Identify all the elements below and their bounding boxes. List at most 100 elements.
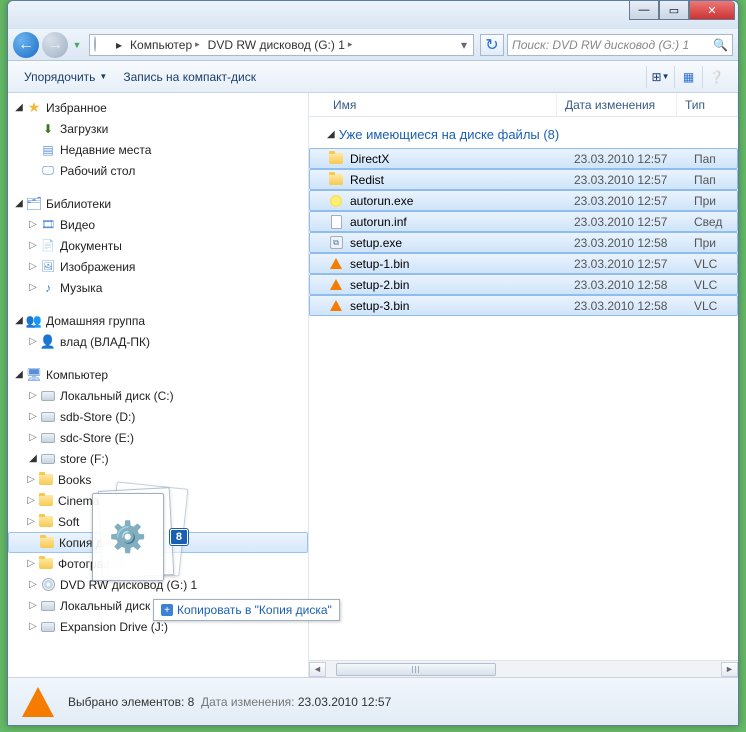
file-date: 23.03.2010 12:57 [574, 173, 694, 187]
drive-icon [40, 598, 56, 614]
tree-item[interactable]: влад (ВЛАД-ПК) [60, 335, 150, 349]
tree-item[interactable]: Books [58, 473, 91, 487]
file-type: Пап [694, 173, 716, 187]
search-input[interactable]: Поиск: DVD RW дисковод (G:) 1 🔍 [507, 34, 733, 56]
file-icon [328, 277, 344, 293]
tree-favorites[interactable]: Избранное [46, 101, 107, 115]
minimize-button[interactable]: — [629, 1, 659, 20]
file-row[interactable]: DirectX23.03.2010 12:57Пап [309, 148, 738, 169]
tree-item[interactable]: Рабочий стол [60, 164, 135, 178]
file-icon [328, 256, 344, 272]
folder-icon [39, 535, 55, 551]
file-date: 23.03.2010 12:57 [574, 215, 694, 229]
navigation-pane[interactable]: ◢★Избранное ⬇Загрузки ▤Недавние места 🖵Р… [8, 93, 309, 677]
file-row[interactable]: setup-1.bin23.03.2010 12:57VLC [309, 253, 738, 274]
tree-item[interactable]: Изображения [60, 260, 135, 274]
file-icon [328, 298, 344, 314]
organize-button[interactable]: Упорядочить▼ [16, 67, 115, 87]
column-header-date[interactable]: Дата изменения [557, 93, 677, 116]
tree-item-selected[interactable]: Копия диска [8, 532, 308, 553]
scroll-right-button[interactable]: ► [721, 662, 738, 677]
maximize-button[interactable]: ▭ [659, 1, 689, 20]
file-row[interactable]: Redist23.03.2010 12:57Пап [309, 169, 738, 190]
file-date: 23.03.2010 12:58 [574, 236, 694, 250]
copy-plus-icon: + [161, 604, 173, 616]
column-header-type[interactable]: Тип [677, 93, 738, 116]
favorites-icon: ★ [26, 100, 42, 116]
tree-item[interactable]: Локальный диск (I:) [60, 599, 168, 613]
tree-computer[interactable]: Компьютер [46, 368, 108, 382]
downloads-icon: ⬇ [40, 121, 56, 137]
computer-icon: 🖥 [26, 367, 42, 383]
file-name: setup-3.bin [350, 299, 574, 313]
tree-item[interactable]: DVD RW дисковод (G:) 1 [60, 578, 197, 592]
user-icon: 👤 [40, 334, 56, 350]
file-name: DirectX [350, 152, 574, 166]
tree-homegroup[interactable]: Домашняя группа [46, 314, 145, 328]
address-bar[interactable]: ▸ Компьютер▸ DVD RW дисковод (G:) 1▸ ▾ [89, 34, 474, 56]
file-icon [328, 193, 344, 209]
address-dropdown-icon[interactable]: ▾ [457, 38, 471, 52]
burn-button[interactable]: Запись на компакт-диск [115, 67, 264, 87]
tree-item[interactable]: store (F:) [60, 452, 109, 466]
music-icon: ♪ [40, 280, 56, 296]
help-button[interactable]: ❔ [702, 66, 730, 88]
file-row[interactable]: setup-2.bin23.03.2010 12:58VLC [309, 274, 738, 295]
tree-item[interactable]: Музыка [60, 281, 102, 295]
folder-icon [38, 472, 54, 488]
back-button[interactable]: ← [13, 32, 39, 58]
horizontal-scrollbar[interactable]: ◄ ► [309, 660, 738, 677]
file-type: VLC [694, 299, 717, 313]
tree-item[interactable]: Cinema [58, 494, 99, 508]
content-area: ◢★Избранное ⬇Загрузки ▤Недавние места 🖵Р… [8, 93, 738, 677]
scrollbar-thumb[interactable] [336, 663, 496, 676]
tree-item[interactable]: Фотографии [58, 557, 127, 571]
close-button[interactable]: ✕ [689, 1, 735, 20]
status-date-value: 23.03.2010 12:57 [298, 695, 391, 709]
refresh-button[interactable]: ↻ [480, 34, 504, 56]
file-name: setup-2.bin [350, 278, 574, 292]
tree-item[interactable]: Локальный диск (C:) [60, 389, 174, 403]
tree-item[interactable]: sdc-Store (E:) [60, 431, 134, 445]
file-row[interactable]: autorun.inf23.03.2010 12:57Свед [309, 211, 738, 232]
folder-icon [38, 556, 54, 572]
drive-icon [40, 619, 56, 635]
video-icon: 🎞 [40, 217, 56, 233]
breadcrumb-segment[interactable]: ▸ [112, 35, 126, 55]
forward-button[interactable]: → [42, 32, 68, 58]
file-row[interactable]: ⧉setup.exe23.03.2010 12:58При [309, 232, 738, 253]
drive-icon [94, 37, 110, 53]
file-name: autorun.exe [350, 194, 574, 208]
selection-icon [18, 682, 58, 722]
status-selected: Выбрано элементов: 8 [68, 695, 194, 709]
breadcrumb-segment[interactable]: DVD RW дисковод (G:) 1▸ [204, 35, 357, 55]
tree-item[interactable]: Expansion Drive (J:) [60, 620, 168, 634]
column-header-name[interactable]: Имя [309, 93, 557, 116]
tree-item[interactable]: Документы [60, 239, 122, 253]
file-date: 23.03.2010 12:57 [574, 152, 694, 166]
file-row[interactable]: autorun.exe23.03.2010 12:57При [309, 190, 738, 211]
view-options-button[interactable]: ⊞ ▼ [646, 66, 674, 88]
history-dropdown-icon[interactable]: ▼ [71, 35, 83, 55]
file-group-header[interactable]: ◢Уже имеющиеся на диске файлы (8) [309, 117, 738, 148]
breadcrumb-segment[interactable]: Компьютер▸ [126, 35, 204, 55]
file-name: autorun.inf [350, 215, 574, 229]
navigation-bar: ← → ▼ ▸ Компьютер▸ DVD RW дисковод (G:) … [8, 29, 738, 61]
tree-item[interactable]: sdb-Store (D:) [60, 410, 135, 424]
documents-icon: 📄 [40, 238, 56, 254]
tree-item[interactable]: Загрузки [60, 122, 108, 136]
tree-libraries[interactable]: Библиотеки [46, 197, 111, 211]
folder-icon [38, 493, 54, 509]
scroll-left-button[interactable]: ◄ [309, 662, 326, 677]
tree-item[interactable]: Недавние места [60, 143, 151, 157]
file-name: setup.exe [350, 236, 574, 250]
preview-pane-button[interactable]: ▦ [674, 66, 702, 88]
file-list-pane: ▲ Имя Дата изменения Тип ◢Уже имеющиеся … [309, 93, 738, 677]
tree-item[interactable]: Soft [58, 515, 79, 529]
file-row[interactable]: setup-3.bin23.03.2010 12:58VLC [309, 295, 738, 316]
explorer-window: — ▭ ✕ ← → ▼ ▸ Компьютер▸ DVD RW дисковод… [7, 0, 739, 726]
status-bar: Выбрано элементов: 8 Дата изменения: 23.… [8, 677, 738, 725]
tree-item[interactable]: Видео [60, 218, 95, 232]
search-icon: 🔍 [713, 38, 728, 52]
drive-icon [40, 451, 56, 467]
